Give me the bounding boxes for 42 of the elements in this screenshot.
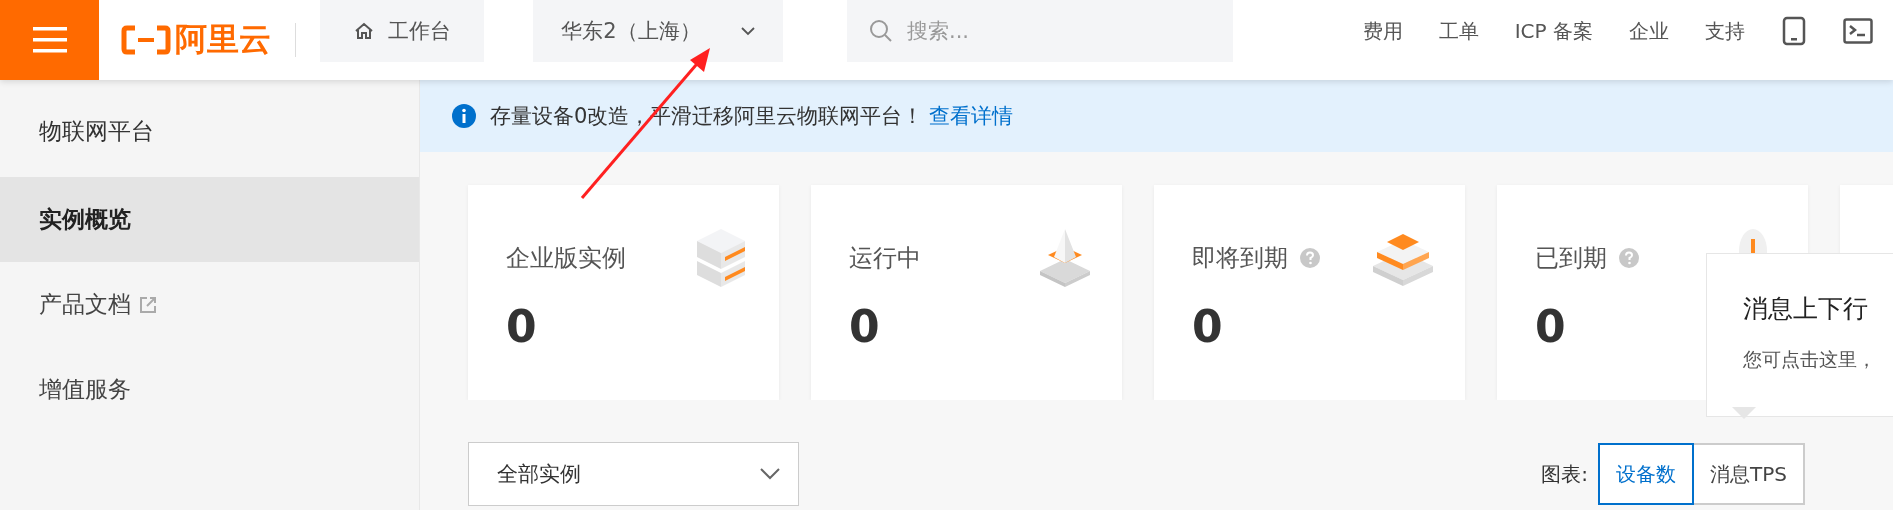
sidebar-item[interactable]: 产品文档 (0, 262, 419, 347)
phone-icon[interactable] (1781, 16, 1807, 46)
external-link-icon (139, 295, 157, 314)
pyramid-icon (1038, 227, 1092, 289)
stat-label: 运行中 (849, 243, 921, 274)
stat-value: 0 (1535, 301, 1566, 352)
details-link[interactable]: 查看详情 (929, 102, 1014, 130)
chart-tab[interactable]: 设备数 (1598, 443, 1694, 505)
menu-button[interactable] (0, 0, 99, 80)
search-icon (869, 19, 893, 43)
stat-value: 0 (849, 301, 880, 352)
popover-text: 您可点击这里， (1743, 347, 1877, 372)
nav-link[interactable]: 支持 (1705, 17, 1745, 45)
nav-link[interactable]: 企业 (1629, 17, 1669, 45)
chevron-down-icon (760, 468, 780, 480)
sidebar-title: 物联网平台 (38, 117, 155, 146)
sidebar-item[interactable]: 增值服务 (0, 347, 419, 432)
help-icon[interactable] (1300, 248, 1320, 268)
workbench-button[interactable]: 工作台 (320, 0, 484, 62)
terminal-icon[interactable] (1843, 18, 1873, 44)
instance-select[interactable]: 全部实例 (468, 442, 799, 506)
sidebar-item[interactable]: 实例概览 (0, 177, 419, 262)
nav-link[interactable]: 费用 (1362, 17, 1403, 45)
stat-value: 0 (1192, 301, 1223, 352)
home-icon (353, 22, 374, 40)
chart-tab[interactable]: 消息TPS (1694, 443, 1805, 505)
stat-label: 即将到期 (1192, 243, 1288, 274)
chart-toggle-label: 图表: (1541, 460, 1588, 488)
chevron-down-icon (740, 26, 755, 36)
nav-link[interactable]: ICP 备案 (1514, 17, 1593, 45)
help-icon[interactable] (1619, 248, 1639, 268)
menu-icon (32, 27, 67, 53)
logo-icon (121, 25, 171, 55)
logo-text: 阿里云 (175, 19, 271, 60)
stat-label: 企业版实例 (506, 243, 626, 274)
nav-link[interactable]: 工单 (1438, 17, 1479, 45)
search-field[interactable]: 搜索... (847, 0, 1233, 62)
popover-title: 消息上下行 (1743, 293, 1869, 325)
info-icon (452, 104, 476, 128)
stat-value: 0 (506, 301, 537, 352)
region-dropdown[interactable]: 华东2（上海） (533, 0, 783, 62)
stat-label: 已到期 (1535, 243, 1607, 274)
